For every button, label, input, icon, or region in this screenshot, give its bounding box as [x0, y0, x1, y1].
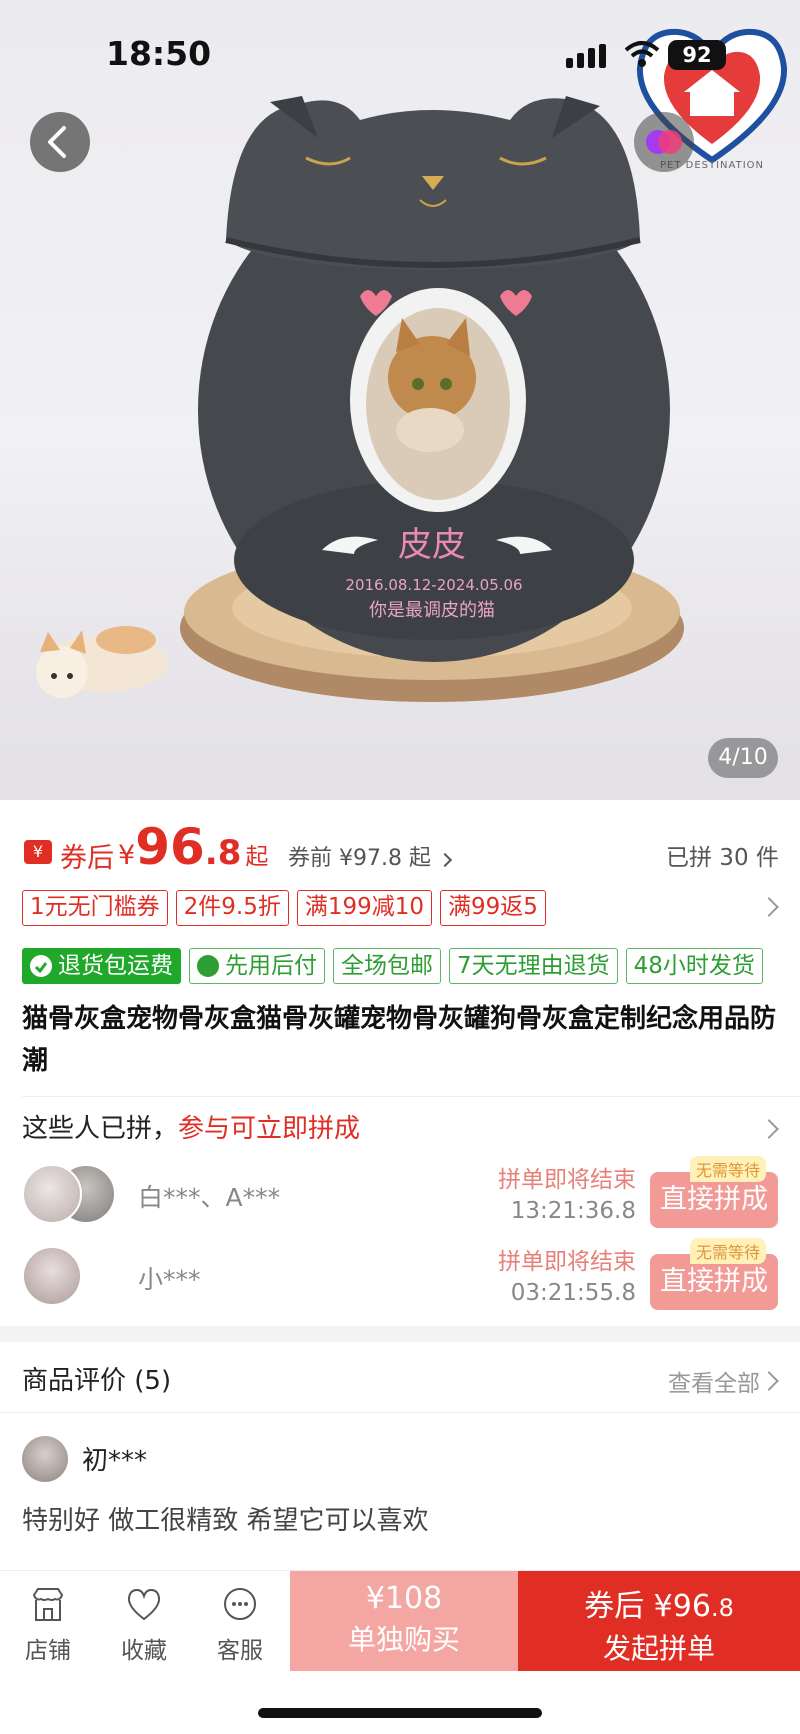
shield-check-icon	[30, 955, 52, 977]
tab-label: 收藏	[121, 1638, 167, 1664]
review-user: 初***	[82, 1446, 148, 1476]
group-row[interactable]: 白***、A*** 拼单即将结束 13:21:36.8 直接拼成 无需等待	[0, 1156, 800, 1236]
tab-label: 客服	[217, 1638, 263, 1664]
divider	[0, 1412, 800, 1413]
status-time: 18:50	[106, 34, 212, 73]
joined-count: 已拼 30 件	[666, 845, 779, 871]
see-all-label: 查看全部	[668, 1371, 760, 1397]
see-all-reviews-link[interactable]: 查看全部	[668, 1364, 760, 1398]
product-image-carousel[interactable]: 皮皮 2016.08.12-2024.05.06 你是最调皮的猫 18:50 9…	[0, 0, 800, 800]
before-coupon-text: 券前 ¥97.8 起	[288, 846, 431, 871]
service-free-shipping[interactable]: 全场包邮	[333, 948, 441, 984]
coupon-list[interactable]: 1元无门槛券 2件9.5折 满199减10 满99返5	[22, 890, 546, 926]
group-label: 发起拼单	[602, 1632, 715, 1665]
service-7day-return[interactable]: 7天无理由退货	[449, 948, 618, 984]
tab-favorite[interactable]: 收藏	[96, 1571, 192, 1671]
no-wait-badge: 无需等待	[690, 1238, 767, 1264]
buy-single-button[interactable]: ¥108 单独购买	[290, 1571, 518, 1671]
group-time-left: 03:21:55.8	[510, 1280, 636, 1306]
signal-icon	[566, 44, 606, 68]
group-member-names: 小***	[138, 1265, 201, 1294]
store-icon	[32, 1588, 64, 1621]
group-price-decimal: .8	[710, 1594, 734, 1622]
service-label: 退货包运费	[58, 952, 173, 979]
divider	[22, 1096, 800, 1097]
tab-label: 店铺	[25, 1638, 71, 1664]
group-price-prefix: 券后 ¥96	[584, 1589, 711, 1624]
coupon-tag[interactable]: 1元无门槛券	[22, 890, 168, 926]
group-buy-heading-text: 这些人已拼，	[22, 1114, 179, 1144]
after-coupon-label: 券后	[60, 843, 114, 874]
home-indicator	[258, 1708, 542, 1718]
group-countdown: 拼单即将结束 13:21:36.8	[498, 1160, 636, 1224]
reviews-heading: 商品评价 (5)	[22, 1366, 172, 1396]
urn-name-text: 皮皮	[398, 525, 466, 565]
battery-indicator: 92	[668, 40, 726, 70]
chevron-right-icon[interactable]	[759, 1119, 779, 1139]
chevron-left-icon	[48, 126, 66, 158]
service-label: 先用后付	[225, 952, 317, 979]
tab-customer-service[interactable]: 客服	[192, 1571, 288, 1671]
chevron-right-icon[interactable]	[759, 897, 779, 917]
urn-message-text: 你是最调皮的猫	[369, 600, 495, 621]
product-title: 猫骨灰盒宠物骨灰盒猫骨灰罐宠物骨灰罐狗骨灰盒定制纪念用品防潮	[22, 1004, 777, 1076]
single-label: 单独购买	[347, 1623, 460, 1656]
coupon-tag[interactable]: 2件9.5折	[175, 890, 289, 926]
tab-store[interactable]: 店铺	[0, 1571, 96, 1671]
start-group-button[interactable]: 券后 ¥96.8 发起拼单	[518, 1571, 800, 1671]
bottom-action-bar: 店铺 收藏 客服 ¥108 单独购买 券后 ¥96.8 发起拼单	[0, 1570, 800, 1671]
share-icon	[646, 130, 682, 154]
image-counter: 4/10	[708, 738, 778, 778]
avatar	[22, 1436, 68, 1482]
group-ending-label: 拼单即将结束	[498, 1249, 636, 1275]
chevron-right-icon[interactable]	[759, 1371, 779, 1391]
coupon-tag[interactable]: 满99返5	[440, 890, 546, 926]
coupon-tag[interactable]: 满199减10	[296, 890, 433, 926]
price-currency: ¥	[118, 840, 136, 871]
price-integer: 96	[135, 818, 205, 876]
urn-dates-text: 2016.08.12-2024.05.06	[345, 576, 522, 594]
price-row: ¥ 券后 ¥96.8 起 券前 ¥97.8 起 已拼 30 件	[0, 818, 800, 888]
single-price: ¥108	[365, 1581, 443, 1616]
share-button[interactable]	[634, 112, 694, 172]
group-ending-label: 拼单即将结束	[498, 1167, 636, 1193]
group-buy-heading: 这些人已拼，参与可立即拼成	[22, 1108, 360, 1145]
service-badges[interactable]: 退货包运费 先用后付 全场包邮 7天无理由退货 48小时发货	[22, 948, 800, 984]
back-button[interactable]	[30, 112, 90, 172]
service-pay-later[interactable]: 先用后付	[189, 948, 325, 984]
group-buy-highlight: 参与可立即拼成	[178, 1114, 361, 1144]
pay-later-icon	[197, 955, 219, 977]
group-member-names: 白***、A***	[138, 1183, 281, 1212]
price-main: ¥96.8 起	[118, 818, 268, 876]
no-wait-badge: 无需等待	[690, 1156, 767, 1182]
avatar	[22, 1246, 82, 1306]
group-price: 券后 ¥96.8	[518, 1581, 800, 1625]
price-suffix: 起	[245, 844, 269, 870]
group-countdown: 拼单即将结束 03:21:55.8	[498, 1242, 636, 1306]
avatar	[22, 1164, 82, 1224]
coupon-icon: ¥	[24, 840, 52, 864]
service-48h-delivery[interactable]: 48小时发货	[625, 948, 763, 984]
before-coupon-price[interactable]: 券前 ¥97.8 起	[288, 840, 453, 872]
heart-icon	[127, 1588, 161, 1621]
price-decimal: .8	[204, 833, 242, 873]
service-return-shipping[interactable]: 退货包运费	[22, 948, 181, 984]
section-gap	[0, 1326, 800, 1342]
wifi-icon	[624, 41, 660, 67]
group-row[interactable]: 小*** 拼单即将结束 03:21:55.8 直接拼成 无需等待	[0, 1238, 800, 1318]
status-bar: 18:50 92	[0, 0, 800, 100]
review-text: 特别好 做工很精致 希望它可以喜欢	[22, 1506, 429, 1536]
chevron-right-icon	[437, 852, 453, 868]
group-time-left: 13:21:36.8	[510, 1198, 636, 1224]
chat-icon	[224, 1588, 256, 1620]
